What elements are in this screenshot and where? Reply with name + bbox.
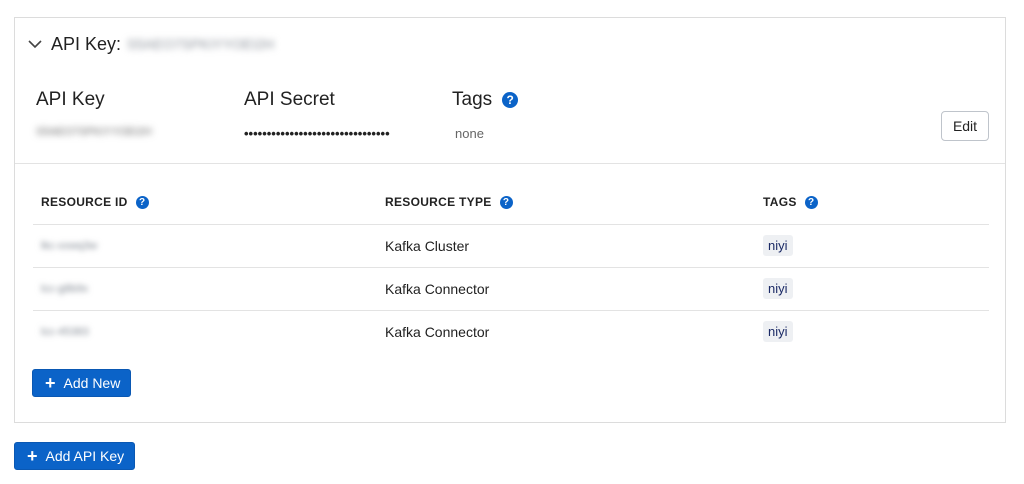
question-icon[interactable]: ?: [499, 195, 513, 209]
tag-badge: niyi: [763, 321, 793, 342]
header-resource-type: RESOURCE TYPE ?: [385, 195, 513, 209]
api-key-card: API Key: S5AEO7SPKIYYOEI2H API Key S5AEO…: [14, 17, 1006, 423]
header-resource-id: RESOURCE ID ?: [41, 195, 149, 209]
table-row: lcc-45383 Kafka Connector niyi: [33, 311, 989, 353]
chevron-down-icon[interactable]: [27, 36, 43, 52]
tag-badge: niyi: [763, 235, 793, 256]
table-header: RESOURCE ID ? RESOURCE TYPE ? TAGS ?: [33, 180, 989, 225]
resources-table: RESOURCE ID ? RESOURCE TYPE ? TAGS ? lkc…: [33, 180, 989, 353]
api-secret-label: API Secret: [244, 89, 335, 110]
api-secret-column: API Secret •••••••••••••••••••••••••••••…: [244, 88, 390, 142]
resource-type: Kafka Connector: [385, 324, 490, 340]
plus-icon: +: [27, 446, 38, 466]
tags-column: Tags ? none: [452, 88, 519, 142]
tags-header: Tags ?: [452, 88, 519, 112]
tags-label: Tags: [452, 89, 493, 110]
tag-badge: niyi: [763, 278, 793, 299]
api-key-label: API Key: [36, 89, 105, 110]
plus-icon: +: [45, 373, 56, 393]
api-secret-value: ••••••••••••••••••••••••••••••••: [244, 126, 390, 141]
question-icon[interactable]: ?: [502, 92, 519, 108]
tags-value: none: [455, 126, 484, 141]
resource-id: lcc-g8b9x: [41, 283, 89, 295]
add-api-key-label: Add API Key: [45, 448, 125, 464]
api-key-card-header[interactable]: API Key: S5AEO7SPKIYYOEI2H: [27, 32, 274, 56]
resource-id: lcc-45383: [41, 326, 89, 338]
resource-type: Kafka Cluster: [385, 238, 470, 254]
add-api-key-button[interactable]: + Add API Key: [14, 442, 136, 470]
table-row: lkc-xxwq3w Kafka Cluster niyi: [33, 225, 989, 268]
edit-button[interactable]: Edit: [941, 111, 989, 141]
header-label: TAGS: [763, 195, 797, 209]
table-row: lcc-g8b9x Kafka Connector niyi: [33, 268, 989, 311]
add-new-button[interactable]: + Add New: [32, 369, 132, 397]
resource-type: Kafka Connector: [385, 281, 490, 297]
resource-id: lkc-xxwq3w: [41, 240, 98, 252]
header-label: RESOURCE ID: [41, 195, 128, 209]
header-tags: TAGS ?: [763, 195, 818, 209]
question-icon[interactable]: ?: [804, 195, 818, 209]
add-new-label: Add New: [63, 375, 121, 391]
card-title-key-value: S5AEO7SPKIYYOEI2H: [127, 36, 275, 52]
card-title: API Key:: [51, 33, 122, 54]
api-key-value: S5AEO7SPKIYYOEI2H: [36, 126, 152, 138]
api-key-column: API Key S5AEO7SPKIYYOEI2H: [36, 88, 152, 142]
header-label: RESOURCE TYPE: [385, 195, 492, 209]
question-icon[interactable]: ?: [135, 195, 149, 209]
api-key-summary: API Key: S5AEO7SPKIYYOEI2H API Key S5AEO…: [15, 18, 1005, 164]
